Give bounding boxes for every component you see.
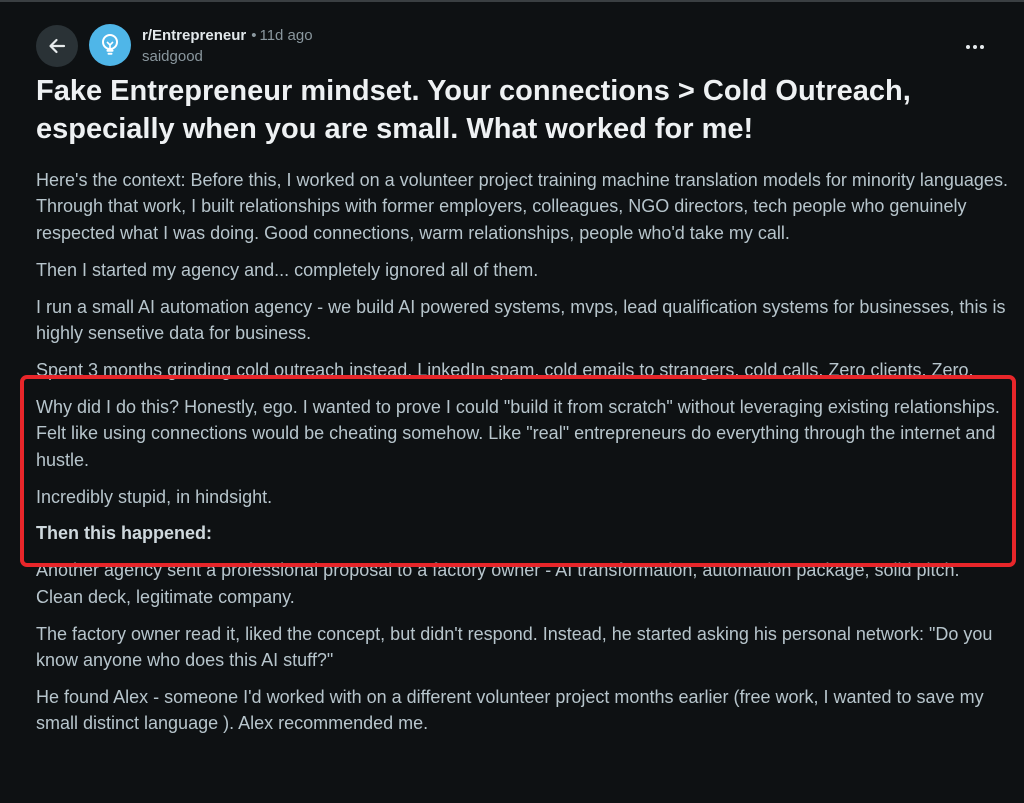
meta-separator: • bbox=[251, 27, 257, 44]
lightbulb-icon bbox=[102, 34, 118, 55]
body-subheading: Then this happened: bbox=[36, 523, 213, 544]
body-paragraph: The factory owner read it, liked the con… bbox=[36, 623, 993, 671]
back-button[interactable] bbox=[36, 25, 78, 67]
post-meta: r/Entrepreneur • 11d ago saidgood bbox=[142, 26, 313, 67]
post-page: r/Entrepreneur • 11d ago saidgood Fake Ent… bbox=[0, 0, 1024, 803]
body-paragraph: Spent 3 months grinding cold outreach in… bbox=[36, 359, 974, 380]
more-options-button[interactable] bbox=[960, 35, 990, 59]
meta-line: r/Entrepreneur • 11d ago bbox=[142, 26, 313, 46]
arrow-left-icon bbox=[49, 38, 66, 54]
body-paragraph: Incredibly stupid, in hindsight. bbox=[36, 486, 273, 507]
author-link[interactable]: saidgood bbox=[142, 47, 313, 67]
body-paragraph: I run a small AI automation agency - we … bbox=[36, 296, 1006, 344]
body-paragraph: He found Alex - someone I'd worked with … bbox=[36, 687, 984, 734]
body-paragraph: Here's the context: Before this, I worke… bbox=[36, 170, 1008, 243]
subreddit-link[interactable]: r/Entrepreneur bbox=[142, 27, 246, 44]
body-paragraph: Another agency sent a professional propo… bbox=[36, 560, 960, 607]
post-time: 11d ago bbox=[259, 27, 313, 44]
more-horizontal-icon bbox=[966, 45, 984, 49]
post-title: Fake Entrepreneur mindset. Your connecti… bbox=[36, 75, 911, 145]
body-paragraph: Why did I do this? Honestly, ego. I want… bbox=[36, 396, 1000, 470]
subreddit-avatar[interactable] bbox=[89, 24, 131, 66]
body-paragraph: Then I started my agency and... complete… bbox=[36, 259, 539, 280]
post-header: r/Entrepreneur • 11d ago saidgood bbox=[36, 23, 1004, 69]
post-body: Here's the context: Before this, I worke… bbox=[36, 167, 1011, 747]
